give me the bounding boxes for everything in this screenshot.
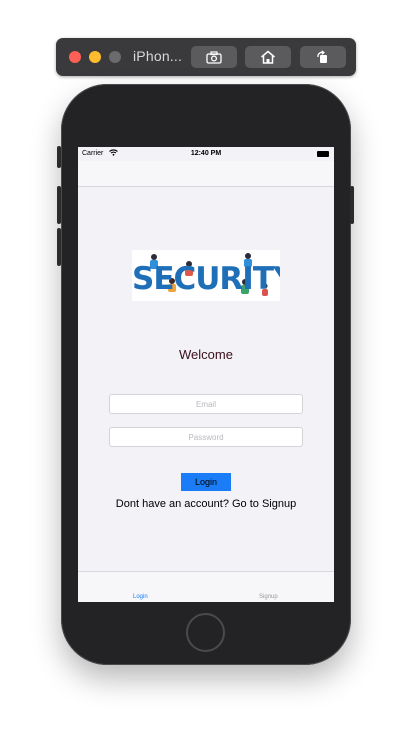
power-button xyxy=(350,186,354,224)
app-screen: Carrier 12:40 PM SECURITY Welcome Login … xyxy=(78,147,334,602)
security-logo: SECURITY xyxy=(132,250,280,301)
simulator-title: iPhon... xyxy=(133,48,183,64)
tab-signup[interactable]: Signup xyxy=(259,594,278,600)
volume-down-button xyxy=(57,228,61,266)
welcome-heading: Welcome xyxy=(179,347,233,362)
rotate-button[interactable] xyxy=(300,46,346,68)
signup-link[interactable]: Dont have an account? Go to Signup xyxy=(78,498,334,510)
tab-login[interactable]: Login xyxy=(133,594,148,600)
screenshot-button[interactable] xyxy=(191,46,237,68)
home-button[interactable] xyxy=(186,613,225,652)
login-button[interactable]: Login xyxy=(181,473,231,491)
camera-icon xyxy=(206,50,222,64)
battery-icon xyxy=(317,151,329,157)
home-icon xyxy=(261,50,275,64)
password-field[interactable] xyxy=(109,427,303,447)
logo-text: SECURITY xyxy=(132,261,280,297)
simulator-toolbar: iPhon... xyxy=(56,38,356,76)
navigation-bar xyxy=(78,161,334,187)
email-field[interactable] xyxy=(109,394,303,414)
volume-up-button xyxy=(57,186,61,224)
rotate-icon xyxy=(317,50,327,63)
home-toolbar-button[interactable] xyxy=(245,46,291,68)
close-window-button[interactable] xyxy=(69,51,81,63)
tab-bar: Login Signup xyxy=(78,571,334,602)
mute-switch xyxy=(57,146,61,168)
status-bar: Carrier 12:40 PM xyxy=(78,147,334,161)
zoom-window-button[interactable] xyxy=(109,51,121,63)
status-time: 12:40 PM xyxy=(190,150,222,157)
minimize-window-button[interactable] xyxy=(89,51,101,63)
